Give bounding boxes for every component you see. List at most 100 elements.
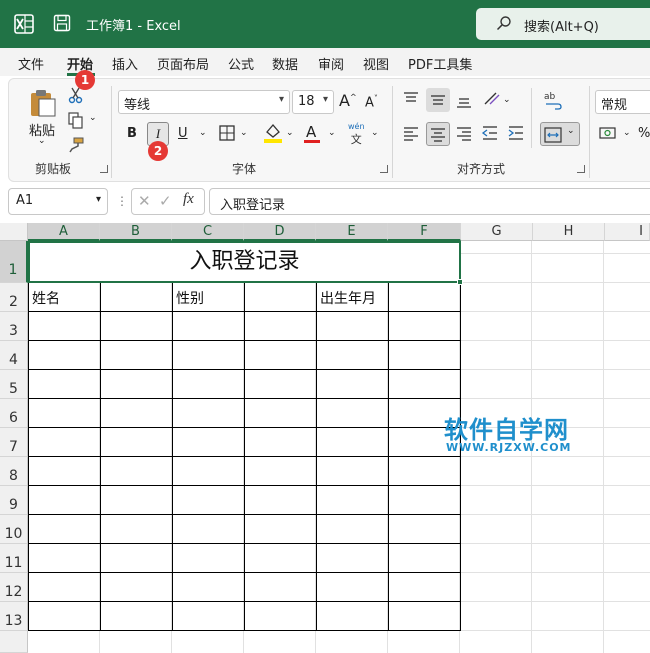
search-box[interactable]: 搜索(Alt+Q) — [476, 8, 650, 40]
splitter-icon[interactable]: ⋮ — [116, 194, 128, 208]
orientation-icon[interactable] — [482, 90, 502, 108]
column-header-i[interactable]: I — [605, 223, 650, 241]
clipboard-launcher-icon[interactable] — [100, 165, 108, 173]
clipboard-group-label: 剪贴板 — [35, 162, 72, 176]
fill-color-icon[interactable] — [263, 122, 283, 144]
row-header-1[interactable]: 1 — [0, 241, 28, 283]
step-badge-1: 1 — [75, 70, 95, 90]
paste-dropdown-icon[interactable]: ⌄ — [38, 136, 46, 146]
align-center-icon — [431, 128, 445, 142]
align-center-button[interactable] — [426, 122, 450, 146]
row-header-7[interactable]: 7 — [0, 428, 28, 457]
tab-review[interactable]: 审阅 — [318, 54, 344, 73]
chevron-down-icon: ▾ — [322, 94, 328, 105]
align-left-icon[interactable] — [402, 124, 420, 142]
watermark-url: WWW.RJZXW.COM — [446, 441, 572, 454]
row-header-3[interactable]: 3 — [0, 312, 28, 341]
save-icon[interactable] — [53, 14, 71, 32]
phonetic-bottom: 文 — [350, 133, 362, 146]
font-size-select[interactable]: 18 ▾ — [292, 90, 334, 114]
orientation-dropdown-icon[interactable]: ⌄ — [503, 95, 511, 105]
tab-file[interactable]: 文件 — [18, 54, 44, 73]
underline-button[interactable]: U — [178, 126, 188, 141]
column-header-h[interactable]: H — [533, 223, 605, 241]
font-name-select[interactable]: 等线 ▾ — [118, 90, 290, 114]
align-middle-button[interactable] — [426, 88, 450, 112]
fill-color-dropdown-icon[interactable]: ⌄ — [286, 128, 294, 138]
confirm-icon[interactable]: ✓ — [159, 192, 172, 210]
search-label: 搜索(Alt+Q) — [524, 20, 599, 35]
font-name-value: 等线 — [124, 98, 151, 113]
group-separator — [531, 88, 532, 148]
alignment-launcher-icon[interactable] — [577, 165, 585, 173]
borders-icon[interactable] — [218, 124, 236, 142]
column-header-f[interactable]: F — [388, 223, 461, 241]
row-header-8[interactable]: 8 — [0, 457, 28, 486]
select-all-button[interactable] — [0, 223, 28, 241]
group-separator — [392, 86, 393, 178]
tab-formulas[interactable]: 公式 — [228, 54, 254, 73]
group-separator — [589, 86, 590, 178]
row-header-5[interactable]: 5 — [0, 370, 28, 399]
formula-buttons: ✕ ✓ fx — [131, 188, 205, 215]
row-header-4[interactable]: 4 — [0, 341, 28, 370]
number-format-select[interactable]: 常规 — [595, 90, 650, 114]
align-top-icon[interactable] — [402, 90, 420, 108]
align-right-icon[interactable] — [455, 124, 473, 142]
font-color-dropdown-icon[interactable]: ⌄ — [328, 128, 336, 138]
phonetic-dropdown-icon[interactable]: ⌄ — [371, 128, 379, 138]
svg-text:ab: ab — [544, 92, 556, 102]
row-header-10[interactable]: 10 — [0, 515, 28, 544]
grow-font-button[interactable]: A^ — [339, 91, 357, 110]
column-header-c[interactable]: C — [172, 223, 244, 241]
fill-handle[interactable] — [457, 279, 463, 285]
align-bottom-icon[interactable] — [455, 92, 473, 110]
cancel-icon[interactable]: ✕ — [138, 192, 151, 210]
font-launcher-icon[interactable] — [380, 165, 388, 173]
row-header-11[interactable]: 11 — [0, 544, 28, 573]
tab-page-layout[interactable]: 页面布局 — [157, 54, 209, 73]
increase-indent-icon[interactable] — [507, 124, 525, 142]
row-header-2[interactable]: 2 — [0, 283, 28, 312]
tab-pdf-tools[interactable]: PDF工具集 — [408, 54, 472, 73]
merge-center-button[interactable]: ⌄ — [540, 122, 580, 146]
registration-table[interactable] — [28, 282, 461, 631]
name-box[interactable]: A1 ▾ — [8, 188, 108, 215]
row-header-12[interactable]: 12 — [0, 573, 28, 602]
column-header-b[interactable]: B — [100, 223, 172, 241]
row-header-14[interactable] — [0, 631, 28, 653]
search-icon — [496, 16, 511, 31]
column-header-e[interactable]: E — [316, 223, 388, 241]
row-header-13[interactable]: 13 — [0, 602, 28, 631]
name-box-value: A1 — [16, 193, 34, 208]
shrink-font-button[interactable]: A˅ — [365, 94, 378, 110]
insert-function-icon[interactable]: fx — [183, 191, 194, 208]
borders-dropdown-icon[interactable]: ⌄ — [240, 128, 248, 138]
phonetic-guide-button[interactable]: wén 文 — [348, 122, 365, 147]
format-painter-icon[interactable] — [67, 136, 85, 154]
currency-format-icon[interactable] — [599, 124, 619, 142]
tab-data[interactable]: 数据 — [272, 54, 298, 73]
bold-button[interactable]: B — [127, 126, 137, 141]
sheet-title-cell[interactable]: 入职登记录 — [28, 241, 461, 283]
percent-button[interactable]: % — [638, 126, 650, 141]
column-header-a[interactable]: A — [28, 223, 100, 241]
column-header-d[interactable]: D — [244, 223, 316, 241]
decrease-indent-icon[interactable] — [481, 124, 499, 142]
underline-dropdown-icon[interactable]: ⌄ — [199, 128, 207, 138]
column-header-g[interactable]: G — [461, 223, 533, 241]
formula-input[interactable]: 入职登记录 — [209, 188, 650, 215]
cell-name-label: 姓名 — [32, 291, 60, 307]
paste-icon[interactable] — [28, 88, 58, 118]
copy-dropdown-icon[interactable]: ⌄ — [89, 113, 97, 123]
currency-dropdown-icon[interactable]: ⌄ — [623, 128, 631, 138]
row-header-9[interactable]: 9 — [0, 486, 28, 515]
tab-insert[interactable]: 插入 — [112, 54, 138, 73]
merge-center-icon — [544, 127, 562, 143]
cell-gender-label: 性别 — [176, 291, 204, 307]
tab-view[interactable]: 视图 — [363, 54, 389, 73]
wrap-text-icon[interactable]: ab — [543, 90, 563, 110]
copy-icon[interactable] — [67, 111, 85, 129]
row-header-6[interactable]: 6 — [0, 399, 28, 428]
font-color-button[interactable]: A — [306, 123, 316, 141]
